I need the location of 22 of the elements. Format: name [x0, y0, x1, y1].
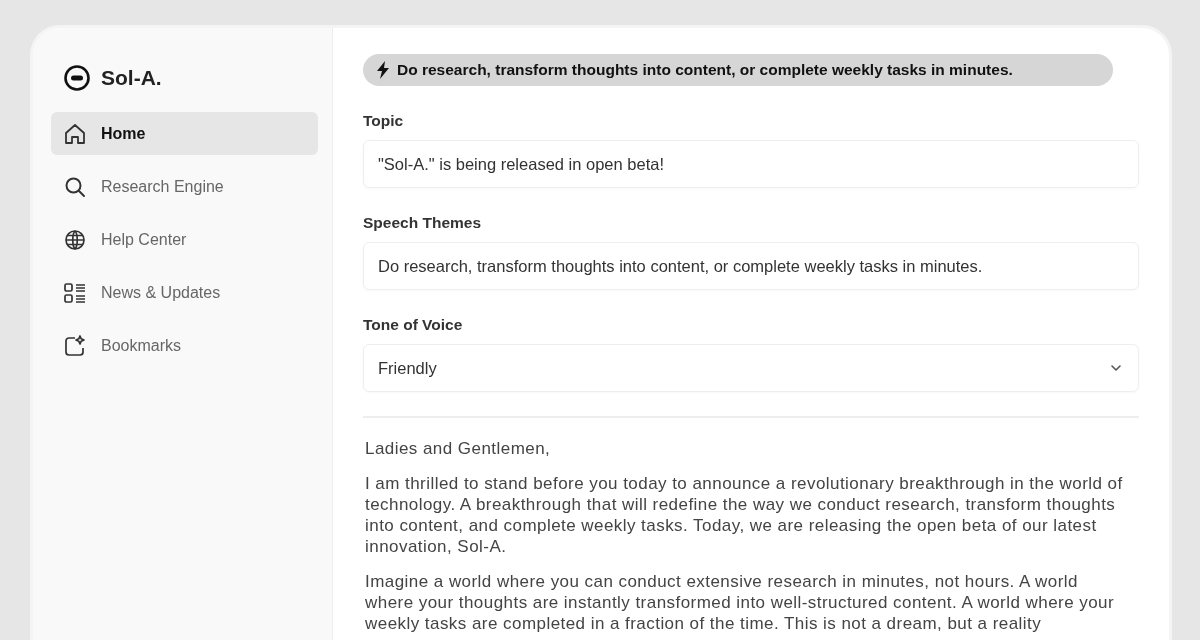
tone-dropdown[interactable]: Friendly	[363, 344, 1139, 392]
logo-icon	[63, 64, 91, 92]
brand-name: Sol-A.	[101, 66, 162, 90]
sidebar-item[interactable]: Home	[51, 112, 318, 155]
tagline-banner: Do research, transform thoughts into content, or complete weekly tasks in minutes.	[363, 54, 1113, 86]
globe-icon	[63, 227, 87, 252]
sidebar-item[interactable]: Help Center	[51, 218, 318, 261]
lightning-icon	[375, 61, 391, 79]
sidebar-item[interactable]: Bookmarks	[51, 324, 318, 367]
speech-paragraph: Ladies and Gentlemen,	[364, 438, 552, 459]
speech-paragraph: I am thrilled to stand before you today to announce a revolutionary breakthrough in the world of technology. A breakthrough that will redefine the way we conduct research, transform thoughts into content, and complete weekly tasks. Today, we are releasing the open beta of our latest innovation, Sol-A.	[364, 473, 1124, 557]
sidebar-item[interactable]: News & Updates	[51, 271, 318, 314]
speech-paragraph: Imagine a world where you can conduct extensive research in minutes, not hours. A world where your thoughts are instantly transformed into well-structured content. A world where your weekly tasks are completed in a fraction of the time. This is not a dream, but a reality	[364, 571, 1116, 634]
field-label: Speech Themes	[363, 214, 483, 232]
sidebar-item[interactable]: Research Engine	[51, 165, 318, 208]
field-label: Tone of Voice	[363, 316, 464, 334]
home-icon	[63, 121, 87, 146]
bookmark-icon	[63, 333, 87, 358]
list-icon	[63, 280, 87, 305]
input-field[interactable]: "Sol-A." is being released in open beta!	[363, 140, 1139, 188]
field-label: Topic	[363, 112, 405, 130]
input-field[interactable]: Do research, transform thoughts into content, or complete weekly tasks in minutes.	[363, 242, 1139, 290]
